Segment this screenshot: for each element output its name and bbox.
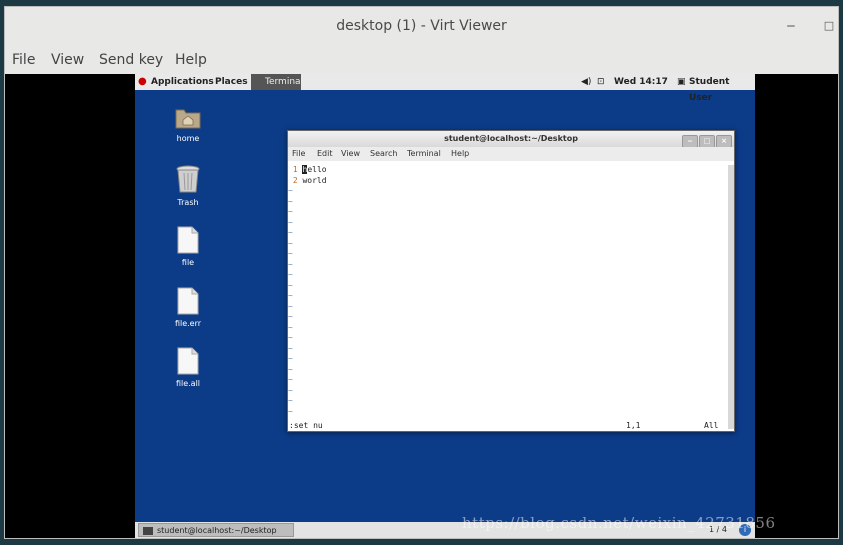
empty-line-tilde: ~	[288, 375, 293, 384]
empty-line-tilde: ~	[288, 217, 293, 227]
minimize-button[interactable]: ‒	[781, 7, 801, 45]
line-number: 1	[292, 165, 298, 174]
scroll-indicator: All	[704, 421, 719, 430]
terminal-scrollbar[interactable]	[728, 165, 734, 429]
vim-command: :set nu	[289, 421, 323, 430]
places-menu[interactable]: Places	[215, 74, 248, 90]
vm-display[interactable]: ● Applications Places Terminal ◀) ⊡ Wed …	[5, 74, 838, 538]
folder-icon	[175, 109, 201, 129]
icon-label: file.err	[174, 319, 202, 328]
empty-line-tilde: ~	[288, 312, 293, 321]
empty-line-tilde: ~	[288, 249, 293, 258]
terminal-menu-terminal[interactable]: Terminal	[407, 147, 441, 161]
icon-label: home	[176, 134, 200, 143]
line-number: 2	[292, 175, 298, 185]
volume-icon[interactable]: ◀)	[581, 74, 591, 90]
maximize-button[interactable]: □	[819, 7, 839, 45]
desktop-icon-trash[interactable]: Trash	[158, 164, 218, 207]
app-menubar: File View Send key Help	[5, 49, 838, 71]
empty-line-tilde: ~	[288, 343, 293, 353]
user-menu[interactable]: Student User	[689, 74, 755, 106]
terminal-window[interactable]: student@localhost:~/Desktop ‒ □ × File Edi…	[287, 130, 735, 432]
empty-line-tilde: ~	[288, 259, 293, 269]
vim-buffer[interactable]: 1 hello 2 world ~ ~ ~ ~ ~ ~ ~ ~ ~ ~ ~ ~ ~ ~ ~ ~ ~ ~ ~ ~ ~ ~	[288, 165, 726, 429]
desktop-icon-file[interactable]: file	[158, 226, 218, 267]
empty-line-tilde: ~	[288, 385, 293, 395]
desktop-icon-home[interactable]: home	[158, 104, 218, 143]
panel-terminal-launcher[interactable]: Terminal	[251, 74, 303, 90]
line-text: ello	[307, 165, 327, 174]
empty-line-tilde: ~	[288, 322, 293, 332]
document-icon	[177, 287, 199, 315]
applications-menu[interactable]: Applications	[151, 74, 214, 90]
terminal-menu-help[interactable]: Help	[451, 147, 469, 161]
desktop-icon-file-all[interactable]: file.all	[158, 347, 218, 388]
empty-line-tilde: ~	[288, 333, 293, 342]
document-icon	[177, 347, 199, 375]
line-text: world	[302, 175, 327, 185]
empty-line-tilde: ~	[288, 364, 293, 374]
taskbar-label: student@localhost:~/Desktop	[157, 526, 277, 535]
redhat-icon: ●	[138, 76, 147, 87]
menu-file[interactable]: File	[12, 49, 35, 71]
icon-label: Trash	[177, 198, 199, 207]
terminal-icon	[143, 526, 153, 535]
empty-line-tilde: ~	[288, 270, 293, 279]
empty-line-tilde: ~	[288, 301, 293, 311]
terminal-menu-view[interactable]: View	[341, 147, 360, 161]
document-icon	[177, 226, 199, 254]
gnome-top-panel: ● Applications Places Terminal ◀) ⊡ Wed …	[135, 74, 755, 103]
user-icon: ▣	[677, 77, 686, 87]
terminal-menu-edit[interactable]: Edit	[317, 147, 333, 161]
empty-line-tilde: ~	[288, 291, 293, 300]
cursor-position: 1,1	[626, 421, 641, 430]
watermark: https://blog.csdn.net/weixin_42731856	[462, 514, 776, 532]
taskbar-terminal[interactable]: student@localhost:~/Desktop	[138, 523, 294, 537]
empty-line-tilde: ~	[288, 186, 293, 195]
virt-viewer-window: desktop (1) - Virt Viewer ‒ □ File View …	[4, 6, 839, 539]
clock[interactable]: Wed 14:17	[614, 74, 668, 90]
terminal-titlebar[interactable]: student@localhost:~/Desktop ‒ □ ×	[288, 131, 734, 148]
trash-icon	[176, 165, 200, 193]
terminal-menu-file[interactable]: File	[292, 147, 305, 161]
guest-desktop[interactable]: ● Applications Places Terminal ◀) ⊡ Wed …	[135, 74, 755, 538]
empty-line-tilde: ~	[288, 354, 293, 363]
empty-line-tilde: ~	[288, 280, 293, 290]
terminal-menu-search[interactable]: Search	[370, 147, 397, 161]
terminal-menubar: File Edit View Search Terminal Help	[288, 147, 734, 161]
empty-line-tilde: ~	[288, 238, 293, 248]
menu-help[interactable]: Help	[175, 49, 207, 71]
empty-line-tilde: ~	[288, 207, 293, 216]
desktop-icon-file-err[interactable]: file.err	[158, 287, 218, 328]
window-title: desktop (1) - Virt Viewer	[336, 18, 507, 34]
empty-line-tilde: ~	[288, 196, 293, 206]
empty-line-tilde: ~	[288, 406, 293, 416]
menu-send-key[interactable]: Send key	[99, 49, 163, 71]
vim-line: 1 hello	[288, 165, 726, 176]
terminal-title: student@localhost:~/Desktop	[444, 134, 578, 143]
menu-view[interactable]: View	[51, 49, 84, 71]
empty-line-tilde: ~	[288, 228, 293, 237]
vim-line: 2 world	[288, 176, 726, 187]
icon-label: file.all	[175, 379, 201, 388]
vim-status-line: :set nu 1,1 All	[288, 420, 726, 431]
empty-line-tilde: ~	[288, 396, 293, 405]
network-icon[interactable]: ⊡	[597, 74, 605, 90]
icon-label: file	[181, 258, 195, 267]
